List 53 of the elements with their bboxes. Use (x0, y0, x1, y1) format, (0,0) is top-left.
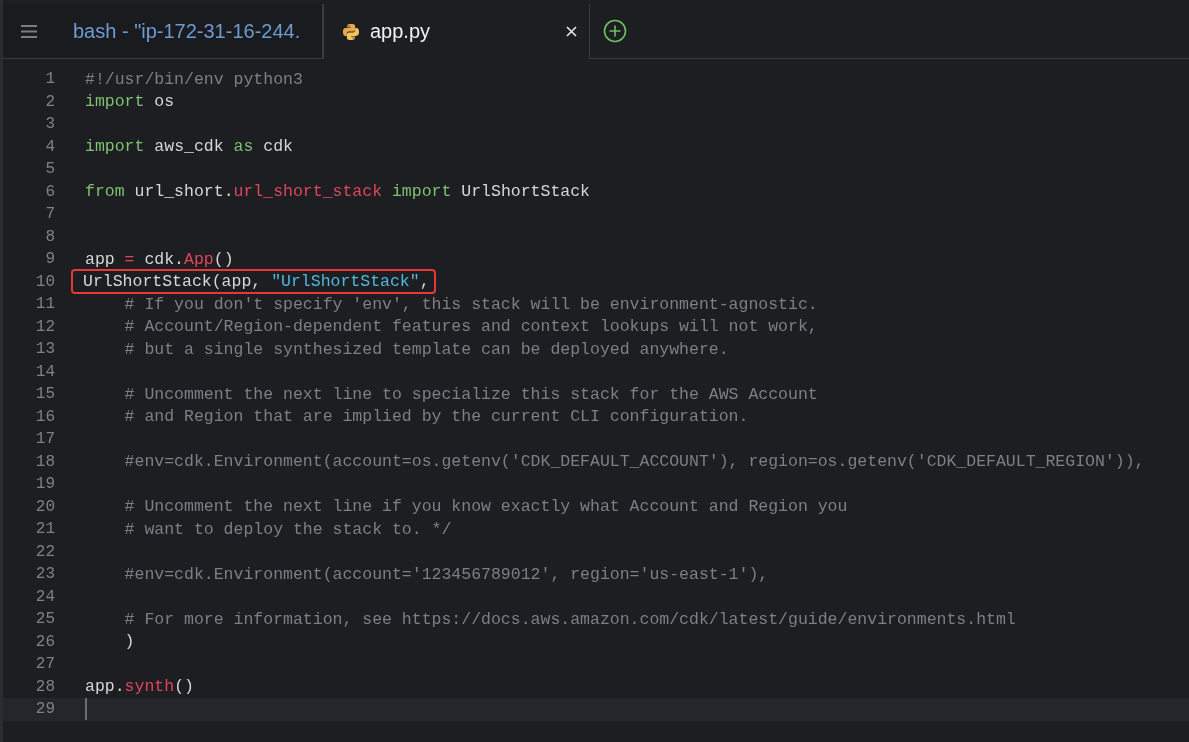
tab[interactable]: app.py (323, 4, 590, 59)
line-number: 29 (34, 700, 55, 719)
text-cursor (85, 698, 87, 721)
line-number: 19 (34, 475, 55, 494)
code-line: # and Region that are implied by the current CLI configuration. (123, 406, 749, 428)
line-number: 27 (34, 655, 55, 674)
python-icon (342, 22, 360, 41)
code-line: app.synth() (85, 676, 194, 698)
code-line: # Uncomment the next line if you know exactly what Account and Region you (123, 496, 848, 518)
line-number: 11 (34, 295, 55, 314)
line-number: 25 (34, 610, 55, 629)
line-number: 3 (44, 115, 55, 134)
line-number: 8 (44, 227, 55, 246)
code-line: app = cdk.App() (85, 248, 234, 271)
line-number: 1 (44, 70, 55, 89)
line-number: 20 (34, 497, 55, 516)
menu-icon[interactable] (21, 24, 37, 38)
line-number: 16 (34, 407, 55, 426)
add-tab-icon[interactable] (603, 19, 627, 43)
line-number: 4 (44, 137, 55, 156)
code-line: import aws_cdk as cdk (85, 136, 293, 158)
code-line: #env=cdk.Environment(account='123456789012', region='us-east-1'), (123, 563, 769, 586)
line-number: 26 (34, 632, 55, 651)
line-number: 18 (34, 452, 55, 471)
code-line: # Uncomment the next line to specialize this stack for the AWS Account (123, 383, 818, 406)
line-number: 15 (34, 385, 55, 404)
code-line: import os (85, 91, 175, 113)
code-line: from url_short.url_short_stack import UrlShortStack (85, 181, 590, 203)
code-line: ) (123, 631, 135, 653)
line-number: 28 (34, 677, 55, 696)
line-number: 23 (34, 565, 55, 584)
line-number: 21 (34, 520, 55, 539)
code-line: #env=cdk.Environment(account=os.getenv('CDK_DEFAULT_ACCOUNT'), region=os.getenv('CDK_DEFAULT_REGION')), (123, 451, 1145, 473)
code-line: # but a single synthesized template can be deployed anywhere. (123, 338, 729, 361)
code-line: # want to deploy the stack to. */ (123, 518, 452, 541)
line-number: 13 (34, 340, 55, 359)
tab[interactable]: bash - "ip-172-31-16-244. (55, 4, 323, 58)
line-number: 24 (34, 587, 55, 606)
code-line: # Account/Region-dependent features and context lookups will not work, (123, 316, 818, 338)
close-icon[interactable] (566, 26, 577, 37)
line-number: 5 (44, 160, 55, 179)
line-number: 10 (34, 272, 55, 291)
line-number: 22 (34, 542, 55, 561)
code-line: # For more information, see https://docs.aws.amazon.com/cdk/latest/guide/environments.html (123, 608, 1016, 631)
line-number: 17 (34, 430, 55, 449)
code-line: #!/usr/bin/env python3 (85, 68, 303, 91)
line-number: 9 (44, 250, 55, 269)
line-number: 6 (44, 182, 55, 201)
line-number: 14 (34, 362, 55, 381)
line-number: 12 (34, 317, 55, 336)
line-number: 7 (44, 205, 55, 224)
code-line: # If you don't specify 'env', this stack will be environment-agnostic. (123, 293, 818, 316)
line-number: 2 (44, 92, 55, 111)
